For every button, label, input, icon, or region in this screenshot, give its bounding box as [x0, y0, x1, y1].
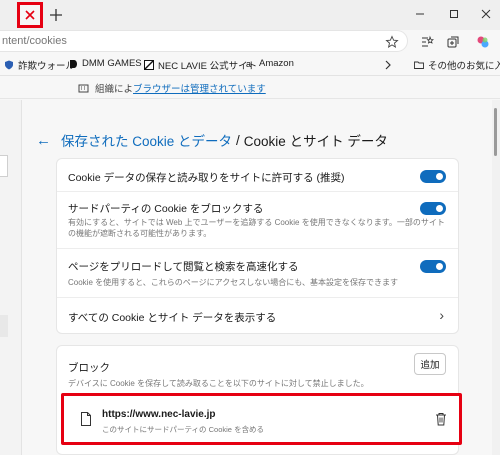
block-section-description: デバイスに Cookie を保存して読み取ることを以下のサイトに対して禁止しまし… [68, 379, 369, 388]
favorite-item-nec-lavie[interactable]: NEC LAVIE 公式サイト [144, 58, 257, 72]
setting-description: 有効にすると、サイトでは Web 上でユーザーを追跡する Cookie を使用で… [68, 218, 445, 238]
sidebar-search-input[interactable] [0, 155, 8, 177]
close-icon [25, 10, 35, 20]
favorite-label: 詐欺ウォール [18, 61, 76, 72]
blocked-site-subtext: このサイトにサードパーティの Cookie を含める [102, 425, 265, 434]
allow-cookies-toggle[interactable] [420, 170, 446, 183]
building-icon [78, 84, 89, 92]
shield-icon [5, 60, 13, 70]
setting-title: ページをプリロードして閲覧と検索を高速化する [68, 261, 299, 273]
setting-row-third-party: サードパーティの Cookie をブロックする 有効にすると、サイトでは Web… [57, 192, 458, 249]
setting-description: Cookie を使用すると、これらのページにアクセスしない場合にも、基本設定を保… [68, 278, 399, 287]
block-list-card: ブロック デバイスに Cookie を保存して読み取ることを以下のサイトに対して… [56, 345, 462, 455]
page-title: Cookie とサイト データ [243, 134, 388, 149]
setting-row-preload: ページをプリロードして閲覧と検索を高速化する Cookie を使用すると、これら… [57, 249, 458, 298]
maximize-icon[interactable] [446, 6, 462, 22]
breadcrumb-link[interactable]: 保存された Cookie とデータ [61, 130, 232, 150]
favorite-item-sagi-wall[interactable]: 詐欺ウォール [4, 58, 75, 72]
setting-row-allow: Cookie データの保存と読み取りをサイトに許可する (推奨) [57, 159, 458, 192]
blocked-site-item: https://www.nec-lavie.jp このサイトにサードパーティの … [61, 393, 462, 445]
chevron-right-icon[interactable] [384, 60, 392, 70]
back-arrow-icon[interactable]: ← [36, 132, 51, 149]
setting-row-show-all[interactable]: すべての Cookie とサイト データを表示する › [57, 298, 458, 334]
trash-icon[interactable] [435, 412, 447, 426]
sidebar-item-selected[interactable] [0, 315, 8, 337]
document-icon [81, 412, 91, 426]
preload-toggle[interactable] [420, 260, 446, 273]
third-party-block-toggle[interactable] [420, 202, 446, 215]
managed-link[interactable]: ブラウザーは管理されています [133, 81, 266, 95]
settings-sidebar [0, 100, 22, 455]
toolbar: ntent/cookies [0, 30, 500, 54]
scrollbar-thumb[interactable] [494, 108, 497, 156]
favorites-bar: 詐欺ウォール DMM GAMES NEC LAVIE 公式サイト a Amazo… [0, 54, 500, 76]
window-close-icon[interactable] [478, 6, 494, 22]
other-favorites-label: その他のお気に入り [428, 61, 500, 72]
new-tab-icon[interactable] [48, 7, 64, 23]
favorite-item-dmm-games[interactable]: DMM GAMES [68, 58, 142, 69]
setting-title: すべての Cookie とサイト データを表示する [68, 312, 277, 324]
chevron-right-icon: › [439, 307, 444, 323]
other-favorites-folder[interactable]: その他のお気に入り [414, 58, 500, 72]
breadcrumb-separator: / [236, 132, 240, 148]
favorite-label: Amazon [259, 58, 294, 69]
favorite-star-icon[interactable] [385, 35, 399, 49]
address-bar[interactable]: ntent/cookies [0, 30, 408, 52]
copilot-icon[interactable] [476, 35, 490, 49]
favorite-label: NEC LAVIE 公式サイト [158, 61, 258, 72]
setting-title: サードパーティの Cookie をブロックする [68, 203, 264, 215]
dmm-icon [70, 59, 77, 68]
setting-title: Cookie データの保存と読み取りをサイトに許可する (推奨) [68, 172, 345, 184]
page-heading: ← 保存された Cookie とデータ / Cookie とサイト データ [36, 130, 388, 150]
minimize-icon[interactable] [412, 6, 428, 22]
amazon-icon: a [246, 59, 251, 69]
managed-banner: 組織によ ブラウザーは管理されています [0, 77, 500, 99]
tab-strip [0, 0, 500, 30]
block-section-title: ブロック [68, 362, 110, 374]
blocked-site-url: https://www.nec-lavie.jp [102, 409, 216, 420]
collections-icon[interactable] [446, 35, 460, 49]
svg-text:a: a [246, 59, 251, 69]
cookie-settings-card: Cookie データの保存と読み取りをサイトに許可する (推奨) サードパーティ… [56, 158, 459, 334]
add-blocked-site-button[interactable]: 追加 [414, 353, 446, 375]
favorite-label: DMM GAMES [82, 58, 142, 69]
nec-icon [144, 60, 154, 70]
folder-icon [414, 61, 424, 69]
tab-close-button[interactable] [17, 2, 43, 28]
favorites-icon[interactable] [420, 35, 434, 49]
managed-prefix: 組織によ [95, 83, 134, 95]
favorite-item-amazon[interactable]: a Amazon [245, 58, 294, 69]
address-text: ntent/cookies [2, 35, 67, 47]
